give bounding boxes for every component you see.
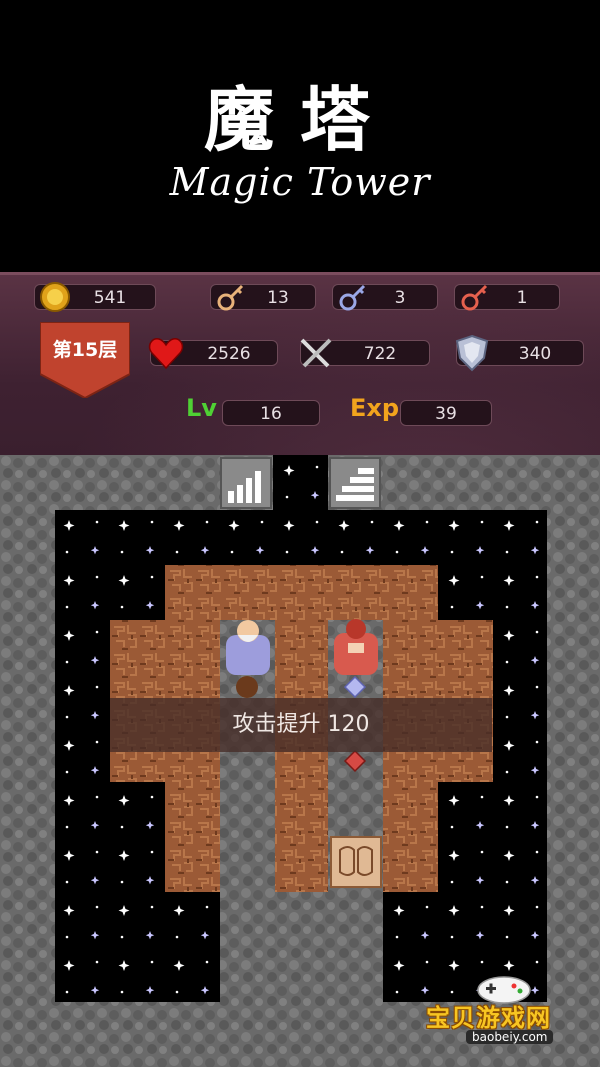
shield-icon: [454, 334, 490, 372]
attack-value: 722: [363, 344, 397, 364]
watermark-url: baobeiy.com: [466, 1030, 554, 1044]
level-label: Lv: [186, 394, 217, 422]
red-key-icon: [460, 282, 490, 312]
title-screen: 魔塔 Magic Tower: [0, 0, 600, 272]
exp-label: Exp: [350, 394, 400, 422]
crossed-swords-icon: [298, 336, 334, 370]
game-title-english: Magic Tower: [169, 160, 431, 204]
stairs-up-icon[interactable]: [220, 457, 272, 509]
yellow-key-value: 13: [267, 288, 289, 308]
game-title-chinese: 魔塔: [204, 78, 396, 161]
yellow-key-icon: [216, 282, 246, 312]
exp-counter: 39: [400, 400, 492, 426]
attack-boost-toast: 攻击提升 120: [110, 698, 492, 752]
hero-player[interactable]: [236, 676, 258, 698]
blue-key-icon: [338, 282, 368, 312]
watermark-text: 宝贝游戏网: [426, 1004, 551, 1032]
exp-value: 39: [435, 404, 457, 424]
gold-coin-icon: [38, 280, 72, 314]
door-icon[interactable]: [330, 836, 382, 888]
level-value: 16: [260, 404, 282, 424]
watermark: 宝贝游戏网 baobeiy.com: [418, 970, 600, 1067]
red-key-value: 1: [516, 288, 528, 308]
stairs-down-icon[interactable]: [329, 457, 381, 509]
defense-value: 340: [518, 344, 552, 364]
blue-key-value: 3: [394, 288, 406, 308]
gold-value: 541: [93, 288, 127, 308]
floor-badge: 第15层: [40, 322, 130, 398]
hp-value: 2526: [207, 344, 251, 364]
heart-icon: [148, 336, 184, 370]
floor-label: 第15层: [52, 339, 118, 361]
level-counter: 16: [222, 400, 320, 426]
